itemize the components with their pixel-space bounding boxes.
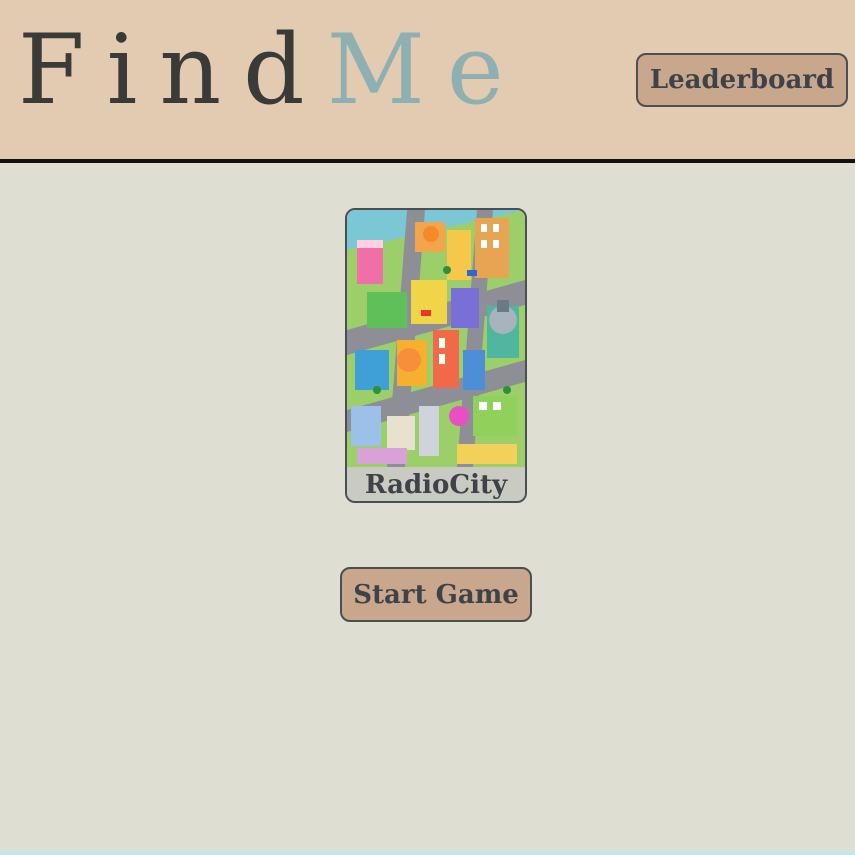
- map-thumbnail: [347, 210, 525, 467]
- logo-me-text: Me: [326, 14, 526, 126]
- start-game-button[interactable]: Start Game: [340, 567, 532, 622]
- bottom-edge-strip: [0, 851, 855, 855]
- map-card-radiocity[interactable]: RadioCity: [345, 208, 527, 503]
- map-name-label: RadioCity: [347, 467, 525, 501]
- logo-find-text: Find: [18, 14, 327, 126]
- findme-logo: FindMe: [18, 22, 526, 118]
- isometric-city-illustration-icon: [347, 210, 525, 467]
- app-header: FindMe Leaderboard: [0, 0, 855, 163]
- leaderboard-button[interactable]: Leaderboard: [636, 53, 848, 107]
